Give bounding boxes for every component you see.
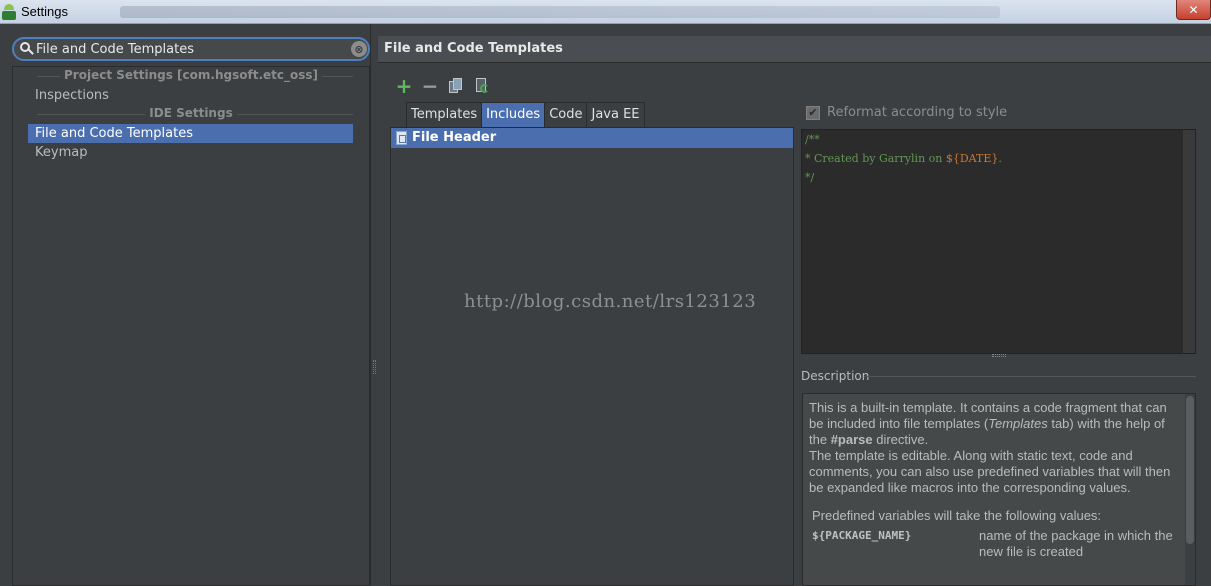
description-divider <box>864 376 1196 377</box>
tab-code[interactable]: Code <box>544 102 588 128</box>
description-label: Description <box>801 369 870 383</box>
list-item-label: File Header <box>412 130 497 145</box>
section-project-settings-label: Project Settings [com.hgsoft.etc_oss] <box>60 68 322 82</box>
window-title: Settings <box>21 4 68 19</box>
close-icon: ✕ <box>1188 2 1199 17</box>
section-ide-settings: IDE Settings <box>13 105 369 124</box>
horizontal-splitter-handle[interactable] <box>992 354 1006 357</box>
vertical-splitter-handle[interactable] <box>373 360 376 374</box>
reformat-label: Reformat according to style <box>827 105 1008 120</box>
variable-description: name of the package in which the new fil… <box>979 528 1173 559</box>
add-icon: + <box>395 74 413 98</box>
tree-item-inspections[interactable]: Inspections <box>13 86 353 105</box>
template-code-editor[interactable]: /** * Created by Garrylin on ${DATE}. */ <box>801 129 1196 354</box>
scrollbar-thumb[interactable] <box>1186 396 1194 544</box>
tree-item-keymap[interactable]: Keymap <box>13 143 353 162</box>
templates-toolbar: + − <box>395 74 490 98</box>
file-icon <box>396 131 407 145</box>
template-list: File Header <box>390 127 794 586</box>
settings-tree: Project Settings [com.hgsoft.etc_oss] In… <box>12 66 370 586</box>
description-paragraph: The template is editable. Along with sta… <box>809 448 1171 495</box>
list-item-file-header[interactable]: File Header <box>391 128 793 148</box>
reformat-option[interactable]: ✔ Reformat according to style <box>806 105 1007 120</box>
remove-icon: − <box>421 74 439 98</box>
search-icon <box>20 42 34 56</box>
panel-header: File and Code Templates <box>378 36 1211 63</box>
reset-template-button[interactable] <box>474 78 490 94</box>
section-project-settings: Project Settings [com.hgsoft.etc_oss] <box>13 67 369 86</box>
copy-template-button[interactable] <box>448 78 464 94</box>
clear-icon[interactable]: ⊗ <box>351 41 367 57</box>
tab-includes[interactable]: Includes <box>481 102 546 128</box>
description-paragraph: Predefined variables will take the follo… <box>812 508 1102 523</box>
variable-name: ${PACKAGE_NAME} <box>812 529 912 542</box>
app-icon <box>2 4 16 20</box>
editor-scrollbar[interactable] <box>1183 130 1195 353</box>
search-box[interactable]: ⊗ <box>12 37 370 61</box>
settings-sidebar: ⊗ Project Settings [com.hgsoft.etc_oss] … <box>0 24 371 586</box>
predefined-variable-row: ${PACKAGE_NAME} name of the package in w… <box>809 528 1181 560</box>
editor-line: /** <box>805 133 820 146</box>
panel-title: File and Code Templates <box>384 41 563 56</box>
title-bar: Settings ✕ <box>0 0 1211 24</box>
watermark: http://blog.csdn.net/lrs123123 <box>464 291 757 312</box>
section-ide-settings-label: IDE Settings <box>145 106 237 120</box>
search-input[interactable] <box>36 40 346 59</box>
template-tabs: Templates Includes Code Java EE <box>406 102 645 128</box>
description-scrollbar[interactable] <box>1185 394 1195 585</box>
description-panel: This is a built-in template. It contains… <box>802 393 1196 586</box>
editor-line: */ <box>805 171 815 184</box>
tab-templates[interactable]: Templates <box>406 102 483 128</box>
tree-item-file-and-code-templates[interactable]: File and Code Templates <box>28 124 353 143</box>
tab-java-ee[interactable]: Java EE <box>586 102 645 128</box>
add-template-button[interactable]: + <box>395 74 413 98</box>
editor-line: * Created by Garrylin on ${DATE}. <box>805 152 1002 165</box>
date-variable: ${DATE} <box>945 152 999 165</box>
reformat-checkbox[interactable]: ✔ <box>806 105 820 120</box>
description-paragraph: This is a built-in template. It contains… <box>809 400 1167 447</box>
close-button[interactable]: ✕ <box>1176 0 1211 20</box>
blurred-title-path <box>120 6 1000 18</box>
remove-template-button[interactable]: − <box>421 74 439 98</box>
